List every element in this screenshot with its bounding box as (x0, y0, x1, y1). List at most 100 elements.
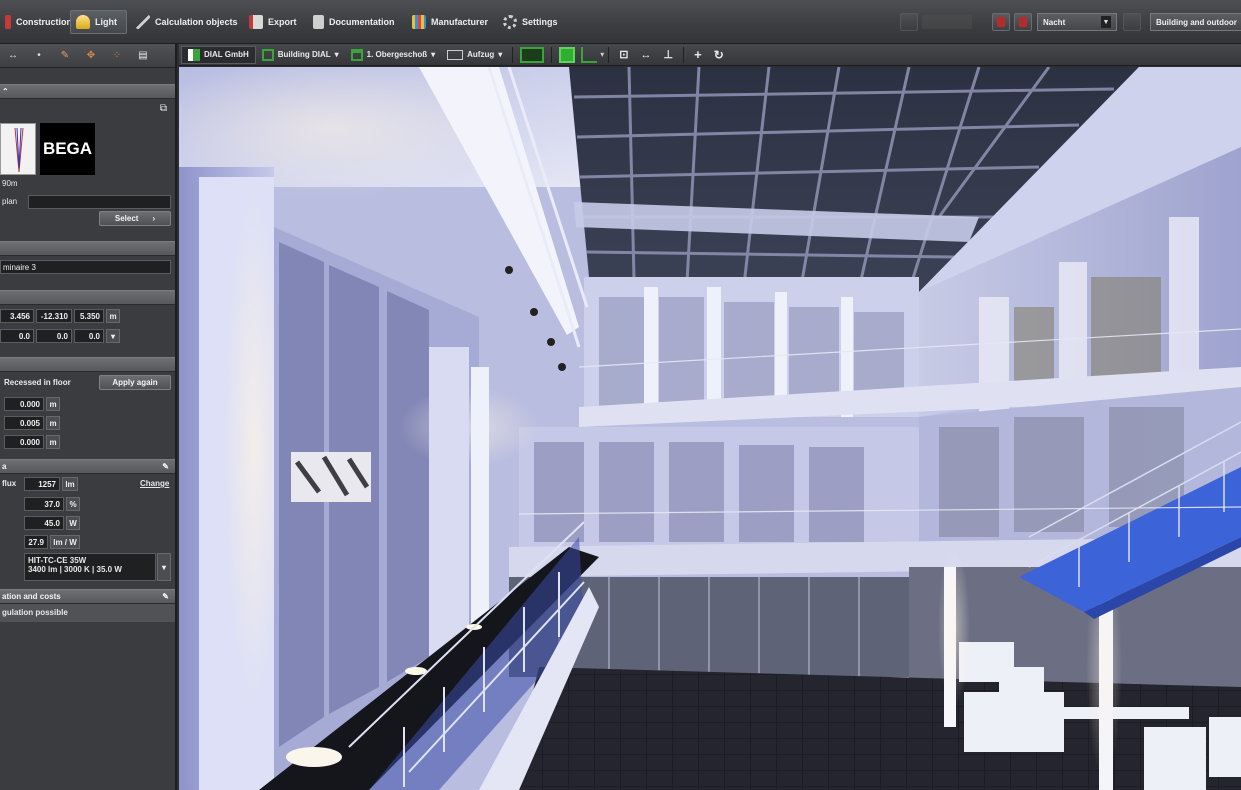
menu-construction[interactable]: Construction (0, 10, 77, 34)
scene-dropdown-value: Nacht (1043, 17, 1066, 27)
rotation-mode-button[interactable]: ▾ (106, 329, 120, 343)
breadcrumb-building[interactable]: Building DIAL ▾ (256, 46, 345, 64)
offset-row-1: 0.000 m (0, 394, 175, 413)
lamp-field[interactable]: HIT-TC-CE 35W 3400 lm | 3000 K | 35.0 W (24, 553, 156, 581)
rotation-a-field[interactable]: 0.0 (0, 329, 34, 343)
arrange-icon[interactable]: ⁘ (110, 49, 124, 63)
scene-options-button[interactable] (1123, 13, 1141, 31)
pan-icon: + (694, 47, 702, 62)
chevron-down-icon: ▾ (431, 50, 436, 59)
viewport-toolbar: DIAL GmbH Building DIAL ▾ 1. Obergeschoß… (179, 44, 1241, 66)
offset-row-2: 0.005 m (0, 413, 175, 432)
separator (512, 46, 514, 63)
view-plan-button[interactable] (520, 46, 545, 63)
efficiency-unit: % (66, 497, 80, 511)
mode-dropdown-value: Building and outdoor (1156, 17, 1237, 27)
lumen-unit: lm (62, 477, 78, 491)
change-link[interactable]: Change (140, 479, 169, 488)
rotation-c-field[interactable]: 0.0 (74, 329, 104, 343)
document-icon[interactable]: ▤ (136, 49, 150, 63)
breadcrumb-company[interactable]: DIAL GmbH (181, 45, 256, 64)
position-x-value: 3.456 (9, 311, 30, 321)
light-distribution-curve (0, 123, 36, 175)
offset-2-unit: m (46, 416, 60, 430)
breadcrumb-floor[interactable]: 1. Obergeschoß ▾ (345, 46, 441, 64)
rotation-a-value: 0.0 (18, 331, 30, 341)
pencil-icon[interactable]: ✎ (58, 49, 72, 63)
luminaire-info: ⧉ BEGA 90m plan (0, 99, 175, 209)
scene-dropdown[interactable]: Nacht ▼ (1037, 13, 1117, 31)
mounting-type-label: Recessed in floor (4, 378, 71, 387)
separator (551, 46, 553, 63)
apply-again-button[interactable]: Apply again (99, 375, 171, 390)
breadcrumb-room[interactable]: Aufzug ▾ (441, 46, 508, 64)
copy-icon[interactable]: ⧉ (160, 103, 167, 114)
efficacy-unit: lm / W (50, 535, 80, 549)
offset-1-unit: m (46, 397, 60, 411)
efficiency-field[interactable]: 37.0 (24, 497, 64, 511)
arrows-icon[interactable]: ↔ (6, 49, 20, 63)
maintenance-section-title: ation and costs (2, 592, 61, 601)
pin-icon-2[interactable]: ✎ (162, 592, 169, 601)
move-icon[interactable]: ✥ (84, 49, 98, 63)
menu-export[interactable]: Export (244, 10, 302, 34)
offset-3-field[interactable]: 0.000 (4, 435, 44, 449)
position-z-field[interactable]: 5.350 (74, 309, 104, 323)
mode-dropdown[interactable]: Building and outdoor (1150, 13, 1241, 31)
view-elevation-button[interactable] (581, 46, 598, 63)
chevron-down-icon: ▾ (334, 50, 339, 59)
menu-calculation-objects[interactable]: Calculation objects (131, 10, 243, 34)
stop-all-button[interactable] (1014, 13, 1032, 31)
collapse-icon: ⌃ (2, 87, 9, 96)
select-button[interactable]: Select › (99, 211, 171, 226)
stop-render-button[interactable] (992, 13, 1010, 31)
lumen-field[interactable]: 1257 (24, 477, 60, 491)
lamp-select-button[interactable]: ▾ (157, 553, 171, 581)
position-row: 3.456 -12.310 5.350 m (0, 305, 175, 325)
render-start-button[interactable] (900, 13, 918, 31)
position-x-field[interactable]: 3.456 (0, 309, 34, 323)
luminaire-name-value: minaire 3 (3, 262, 36, 272)
offset-3-unit-value: m (49, 437, 57, 447)
pan-button[interactable]: + (688, 46, 708, 64)
menu-light-label: Light (95, 17, 117, 27)
pin-icon[interactable]: ✎ (162, 462, 169, 471)
rotate-button[interactable]: ↻ (708, 46, 730, 64)
rotation-b-field[interactable]: 0.0 (36, 329, 72, 343)
name-section-header[interactable] (0, 241, 175, 256)
menu-documentation[interactable]: Documentation (308, 10, 400, 34)
luminaire-name-field[interactable]: minaire 3 (0, 260, 171, 274)
floor-icon (350, 48, 363, 61)
fit-width-button[interactable]: ↔ (635, 46, 658, 64)
offset-2-value: 0.005 (19, 418, 40, 428)
maintenance-section-header[interactable]: ation and costs ✎ (0, 589, 175, 604)
menu-documentation-label: Documentation (329, 17, 395, 27)
offset-2-field[interactable]: 0.005 (4, 416, 44, 430)
measure-button[interactable]: ⊥ (658, 46, 680, 64)
view-3d-button[interactable] (559, 46, 576, 63)
documentation-icon (313, 15, 324, 29)
position-y-field[interactable]: -12.310 (36, 309, 72, 323)
zoom-extents-button[interactable]: ⊡ (613, 46, 634, 64)
light-section-header[interactable]: a ✎ (0, 459, 175, 474)
efficiency-row: 37.0 % (0, 494, 175, 513)
menu-settings[interactable]: Settings (498, 10, 563, 34)
offset-1-field[interactable]: 0.000 (4, 397, 44, 411)
efficacy-field[interactable]: 27.9 (24, 535, 48, 549)
render-viewport[interactable] (179, 67, 1241, 790)
menu-manufacturer-label: Manufacturer (431, 17, 489, 27)
rotation-c-value: 0.0 (88, 331, 100, 341)
mounting-row: Recessed in floor Apply again (0, 372, 175, 394)
menu-light[interactable]: Light (70, 10, 127, 34)
mode-selector-group: Building and outdoor (1150, 10, 1241, 34)
menu-construction-label: Construction (16, 17, 72, 27)
position-section-header[interactable] (0, 290, 175, 305)
power-field[interactable]: 45.0 (24, 516, 64, 530)
apply-again-label: Apply again (112, 378, 158, 387)
menu-manufacturer[interactable]: Manufacturer (407, 10, 493, 34)
luminaire-section-header[interactable]: ⌃ (0, 84, 175, 99)
mounting-section-header[interactable] (0, 357, 175, 372)
measure-icon: ⊥ (663, 49, 674, 61)
plan-input[interactable] (28, 195, 171, 209)
dot-icon[interactable]: • (32, 49, 46, 63)
